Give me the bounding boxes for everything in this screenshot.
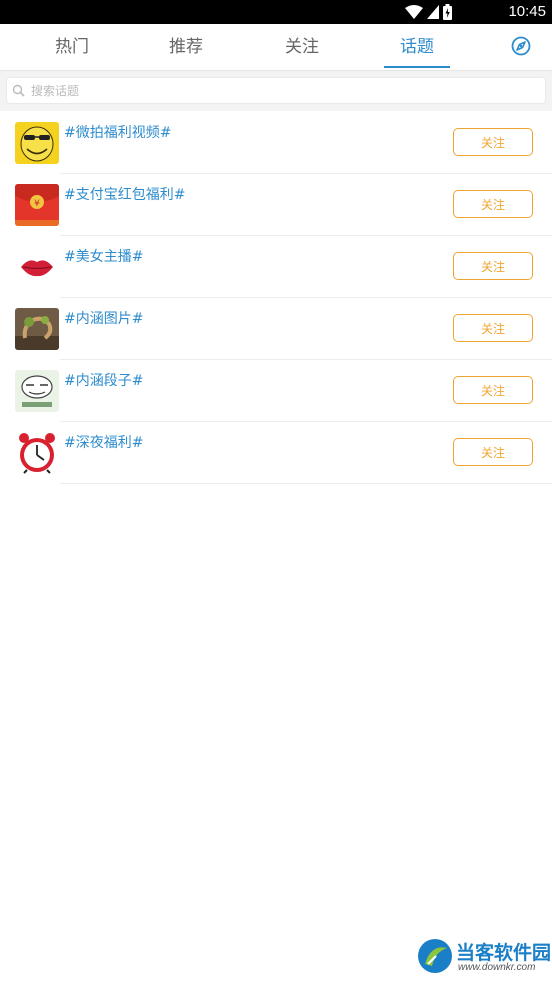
watermark-url: www.downkr.com — [458, 962, 536, 973]
topic-row[interactable]: #内涵图片# 关注 — [15, 298, 552, 360]
tab-topics[interactable]: 话题 — [377, 24, 457, 70]
topic-row[interactable]: #微拍福利视频# 关注 — [15, 112, 552, 174]
search-box[interactable] — [6, 77, 546, 104]
topic-title[interactable]: #内涵图片# — [64, 310, 143, 328]
topic-title[interactable]: #支付宝红包福利# — [64, 186, 185, 204]
topic-row[interactable]: #内涵段子# 关注 — [15, 360, 552, 422]
topic-title[interactable]: #美女主播# — [64, 248, 143, 266]
topic-row[interactable]: ¥ #支付宝红包福利# 关注 — [15, 174, 552, 236]
topic-row[interactable]: #深夜福利# 关注 — [15, 422, 552, 484]
lips-icon — [15, 246, 59, 288]
red-envelope-icon: ¥ — [15, 184, 59, 226]
status-bar: 10:45 — [0, 0, 552, 24]
active-tab-indicator — [384, 66, 450, 68]
meme-face-icon — [15, 370, 59, 412]
search-bar — [0, 71, 552, 111]
status-icons — [405, 4, 452, 20]
search-input[interactable] — [27, 78, 545, 103]
topic-title[interactable]: #内涵段子# — [64, 372, 143, 390]
follow-button[interactable]: 关注 — [453, 128, 533, 156]
watermark: 当客软件园 www.downkr.com — [416, 937, 552, 975]
topic-row[interactable]: #美女主播# 关注 — [15, 236, 552, 298]
follow-button[interactable]: 关注 — [453, 438, 533, 466]
follow-button[interactable]: 关注 — [453, 376, 533, 404]
wifi-icon — [405, 5, 423, 19]
tree-photo-icon — [15, 308, 59, 350]
svg-text:¥: ¥ — [34, 199, 40, 209]
alarm-clock-icon — [15, 432, 59, 474]
tab-following[interactable]: 关注 — [262, 24, 342, 70]
tab-recommend[interactable]: 推荐 — [146, 24, 226, 70]
follow-button[interactable]: 关注 — [453, 314, 533, 342]
sunglasses-face-icon — [15, 122, 59, 164]
signal-icon — [427, 5, 439, 19]
topic-title[interactable]: #微拍福利视频# — [64, 124, 171, 142]
watermark-name: 当客软件园 — [456, 942, 552, 964]
status-time: 10:45 — [508, 3, 546, 20]
follow-button[interactable]: 关注 — [453, 190, 533, 218]
follow-button[interactable]: 关注 — [453, 252, 533, 280]
compass-icon[interactable] — [511, 36, 531, 56]
top-tab-bar: 热门 推荐 关注 话题 — [0, 24, 552, 71]
topic-list: #微拍福利视频# 关注 ¥ #支付宝红包福利# 关注 #美女主播# 关注 #内涵… — [0, 112, 552, 484]
battery-icon — [443, 4, 452, 20]
downkr-logo-icon — [418, 939, 452, 973]
search-icon — [12, 84, 25, 97]
topic-title[interactable]: #深夜福利# — [64, 434, 143, 452]
tab-hot[interactable]: 热门 — [32, 24, 112, 70]
